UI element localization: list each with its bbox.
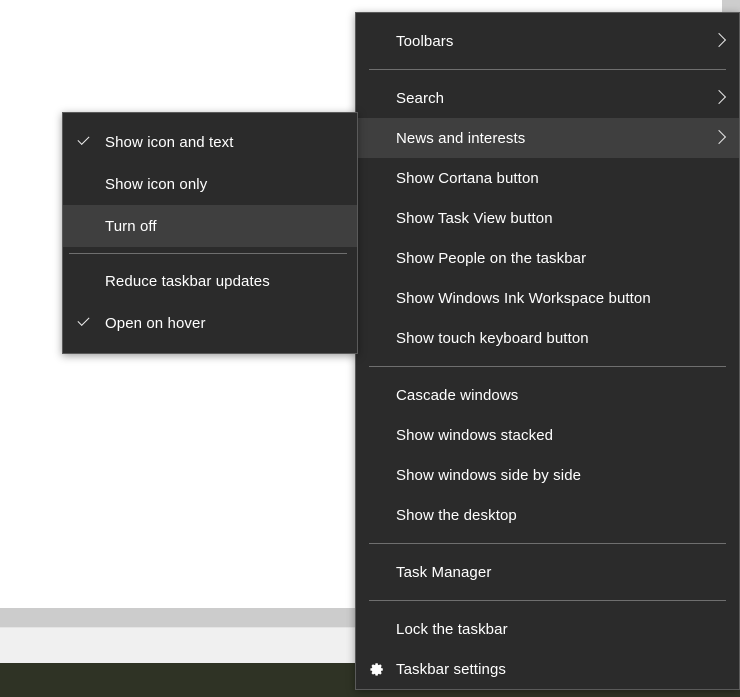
submenu-item-label: Show icon only (105, 176, 345, 193)
chevron-right-icon (713, 32, 727, 50)
menu-item-show-windows-ink-workspace-button[interactable]: Show Windows Ink Workspace button (356, 278, 739, 318)
menu-item-label: Taskbar settings (396, 661, 727, 678)
menu-item-toolbars[interactable]: Toolbars (356, 21, 739, 61)
menu-item-label: News and interests (396, 130, 703, 147)
menu-item-label: Show windows side by side (396, 467, 727, 484)
gear-icon (368, 661, 385, 678)
menu-item-lock-the-taskbar[interactable]: Lock the taskbar (356, 609, 739, 649)
menu-item-label: Show Windows Ink Workspace button (396, 290, 727, 307)
submenu-separator (69, 253, 347, 254)
menu-item-show-the-desktop[interactable]: Show the desktop (356, 495, 739, 535)
menu-item-label: Show Task View button (396, 210, 727, 227)
news-and-interests-submenu: Show icon and text Show icon only Turn o… (62, 112, 358, 354)
menu-separator (369, 69, 726, 70)
menu-item-show-task-view-button[interactable]: Show Task View button (356, 198, 739, 238)
submenu-item-reduce-taskbar-updates[interactable]: Reduce taskbar updates (63, 260, 357, 302)
menu-separator (369, 543, 726, 544)
menu-item-show-cortana-button[interactable]: Show Cortana button (356, 158, 739, 198)
menu-item-label: Show the desktop (396, 507, 727, 524)
submenu-item-label: Open on hover (105, 315, 345, 332)
chevron-right-icon (713, 129, 727, 147)
submenu-item-show-icon-and-text[interactable]: Show icon and text (63, 121, 357, 163)
menu-item-cascade-windows[interactable]: Cascade windows (356, 375, 739, 415)
menu-item-label: Lock the taskbar (396, 621, 727, 638)
menu-item-label: Show windows stacked (396, 427, 727, 444)
submenu-item-gutter (63, 135, 105, 149)
window-scrollbar[interactable] (722, 0, 740, 12)
menu-separator (369, 600, 726, 601)
menu-item-task-manager[interactable]: Task Manager (356, 552, 739, 592)
menu-item-label: Show Cortana button (396, 170, 727, 187)
submenu-item-label: Reduce taskbar updates (105, 273, 345, 290)
menu-item-label: Toolbars (396, 33, 703, 50)
menu-item-label: Show touch keyboard button (396, 330, 727, 347)
submenu-item-label: Turn off (105, 218, 345, 235)
submenu-item-show-icon-only[interactable]: Show icon only (63, 163, 357, 205)
submenu-item-turn-off[interactable]: Turn off (63, 205, 357, 247)
menu-item-gutter (356, 661, 396, 678)
checkmark-icon (77, 316, 91, 330)
menu-item-label: Cascade windows (396, 387, 727, 404)
menu-separator (369, 366, 726, 367)
menu-item-taskbar-settings[interactable]: Taskbar settings (356, 649, 739, 689)
menu-item-news-and-interests[interactable]: News and interests (356, 118, 739, 158)
submenu-item-open-on-hover[interactable]: Open on hover (63, 302, 357, 344)
menu-item-show-windows-stacked[interactable]: Show windows stacked (356, 415, 739, 455)
submenu-item-gutter (63, 316, 105, 330)
submenu-item-label: Show icon and text (105, 134, 345, 151)
checkmark-icon (77, 135, 91, 149)
menu-item-label: Task Manager (396, 564, 727, 581)
chevron-right-icon (713, 89, 727, 107)
menu-item-label: Show People on the taskbar (396, 250, 727, 267)
menu-item-show-people-on-the-taskbar[interactable]: Show People on the taskbar (356, 238, 739, 278)
menu-item-show-windows-side-by-side[interactable]: Show windows side by side (356, 455, 739, 495)
menu-item-search[interactable]: Search (356, 78, 739, 118)
menu-item-label: Search (396, 90, 703, 107)
menu-item-show-touch-keyboard-button[interactable]: Show touch keyboard button (356, 318, 739, 358)
taskbar-context-menu: Toolbars Search News and interests Show … (355, 12, 740, 690)
